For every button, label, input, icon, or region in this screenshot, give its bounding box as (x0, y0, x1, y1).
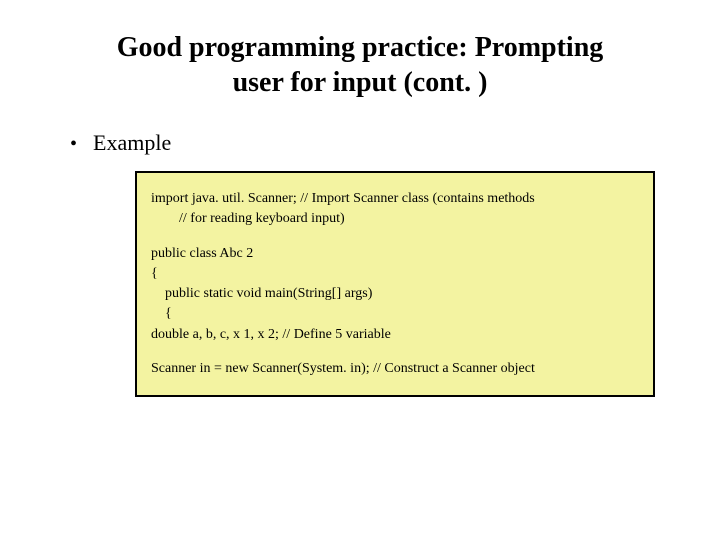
slide-title: Good programming practice: Prompting use… (60, 30, 660, 100)
code-line: public static void main(String[] args) (151, 284, 639, 304)
code-line: import java. util. Scanner; // Import Sc… (151, 189, 639, 209)
code-line: // for reading keyboard input) (151, 209, 639, 229)
code-line: double a, b, c, x 1, x 2; // Define 5 va… (151, 325, 639, 345)
code-line: { (151, 304, 639, 324)
title-line-2: user for input (cont. ) (233, 67, 488, 98)
code-line: public class Abc 2 (151, 244, 639, 264)
bullet-item: • Example (70, 130, 660, 156)
bullet-text: Example (93, 130, 171, 156)
bullet-dot-icon: • (70, 133, 77, 156)
code-box: import java. util. Scanner; // Import Sc… (135, 171, 655, 397)
code-line: { (151, 264, 639, 284)
slide-container: Good programming practice: Prompting use… (0, 0, 720, 540)
title-line-1: Good programming practice: Prompting (117, 32, 604, 63)
code-line: Scanner in = new Scanner(System. in); //… (151, 359, 639, 379)
